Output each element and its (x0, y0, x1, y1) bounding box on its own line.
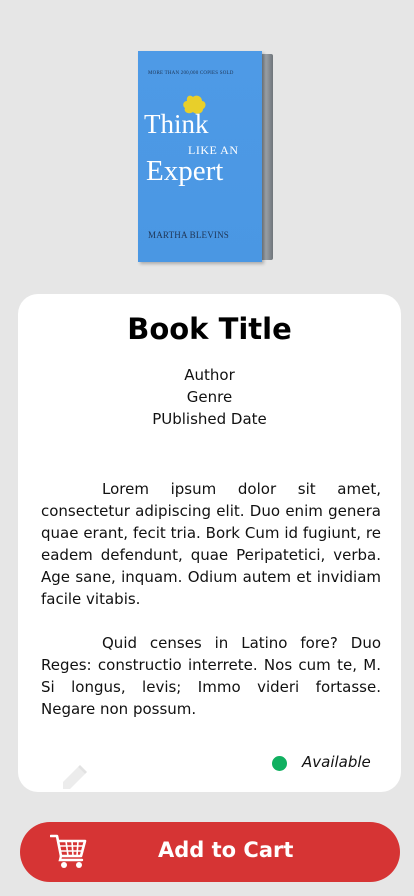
book-published-date: PUblished Date (152, 410, 267, 428)
add-to-cart-label: Add to Cart (158, 838, 294, 862)
book-author: Author (184, 366, 235, 384)
book-genre: Genre (186, 388, 233, 406)
add-to-cart-button[interactable]: Add to Cart (20, 822, 400, 882)
book-cover-image: MORE THAN 200,000 COPIES SOLD Think LIKE… (138, 51, 273, 262)
cover-title-expert: Expert (146, 155, 224, 187)
book-title: Book Title (127, 312, 292, 346)
shopping-cart-icon (50, 834, 87, 868)
book-description-paragraph: Lorem ipsum dolor sit amet, consectetur … (41, 480, 381, 608)
availability-status-label: Available (302, 753, 371, 771)
availability-status-dot (272, 756, 287, 771)
book-detail-screen: MORE THAN 200,000 COPIES SOLD Think LIKE… (0, 0, 414, 896)
cover-title-think: Think (144, 109, 209, 139)
book-details-card: Book Title Author Genre PUblished Date L… (18, 294, 401, 792)
pencil-icon[interactable] (58, 762, 90, 794)
book-description-paragraph: Quid censes in Latino fore? Duo Reges: c… (41, 634, 381, 718)
cover-tagline: MORE THAN 200,000 COPIES SOLD (148, 71, 234, 76)
cover-author: MARTHA BLEVINS (148, 230, 230, 240)
book-cover-front: MORE THAN 200,000 COPIES SOLD Think LIKE… (138, 51, 262, 262)
